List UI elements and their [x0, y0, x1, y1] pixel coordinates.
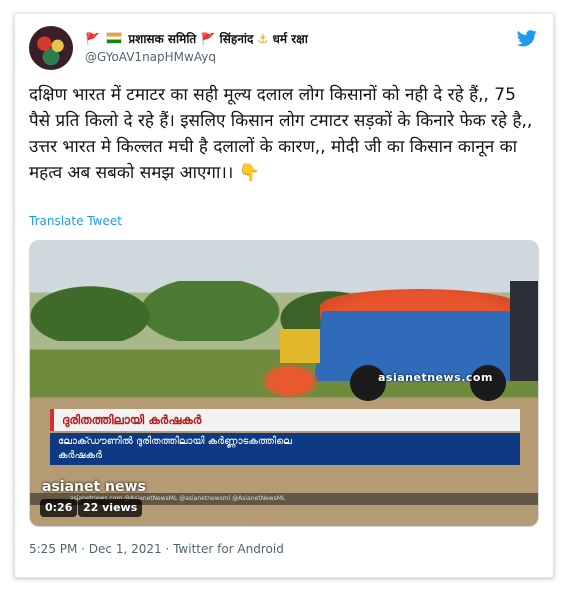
channel-logo: asianet news	[42, 479, 146, 495]
india-flag-icon	[106, 32, 123, 44]
flag-icon: 🚩	[85, 32, 100, 46]
avatar[interactable]	[29, 26, 73, 70]
news-subheadline-line1: ലോക്ഡൗണിൽ ദുരിതത്തിലായി കർണ്ണാടകത്തിലെ	[58, 436, 292, 447]
news-headline: ദുരിതത്തിലായി കർഷകർ	[50, 409, 520, 431]
translate-tweet-link[interactable]: Translate Tweet	[29, 214, 122, 228]
twitter-bird-icon[interactable]	[517, 28, 537, 48]
flag-icon-2: 🚩	[200, 32, 216, 46]
news-subheadline: ലോക്ഡൗണിൽ ദുരിതത്തിലായി കർണ്ണാടകത്തിലെ ക…	[50, 433, 520, 465]
news-subheadline-line2: കർഷകർ	[58, 450, 103, 461]
tweet-text: दक्षिण भारत में टमाटर का सही मूल्य दलाल …	[29, 85, 533, 183]
video-player[interactable]: asianetnews.com ദുരിതത്തിലായി കർഷകർ ലോക്…	[29, 240, 539, 527]
display-name-part2: सिंहनांद	[219, 32, 254, 46]
display-name[interactable]: 🚩 प्रशासक समिति 🚩 सिंहनांद ⚓ धर्म रक्षा	[85, 30, 308, 47]
video-frame-spill	[260, 363, 320, 399]
tweet-card: 🚩 प्रशासक समिति 🚩 सिंहनांद ⚓ धर्म रक्षा …	[14, 13, 554, 578]
video-views-badge: 22 views	[78, 499, 143, 517]
anchor-icon: ⚓	[257, 32, 269, 46]
video-frame-truck-gate	[280, 329, 320, 363]
video-duration-badge: 0:26	[40, 499, 78, 517]
video-frame-truck-cab	[510, 281, 538, 381]
display-name-part1: प्रशासक समिति	[128, 32, 197, 46]
tweet-timestamp[interactable]: 5:25 PM · Dec 1, 2021 · Twitter for Andr…	[29, 542, 284, 556]
display-name-part3: धर्म रक्षा	[272, 32, 308, 46]
user-handle[interactable]: @GYoAV1napHMwAyq	[85, 50, 216, 64]
channel-watermark: asianetnews.com	[378, 371, 493, 384]
